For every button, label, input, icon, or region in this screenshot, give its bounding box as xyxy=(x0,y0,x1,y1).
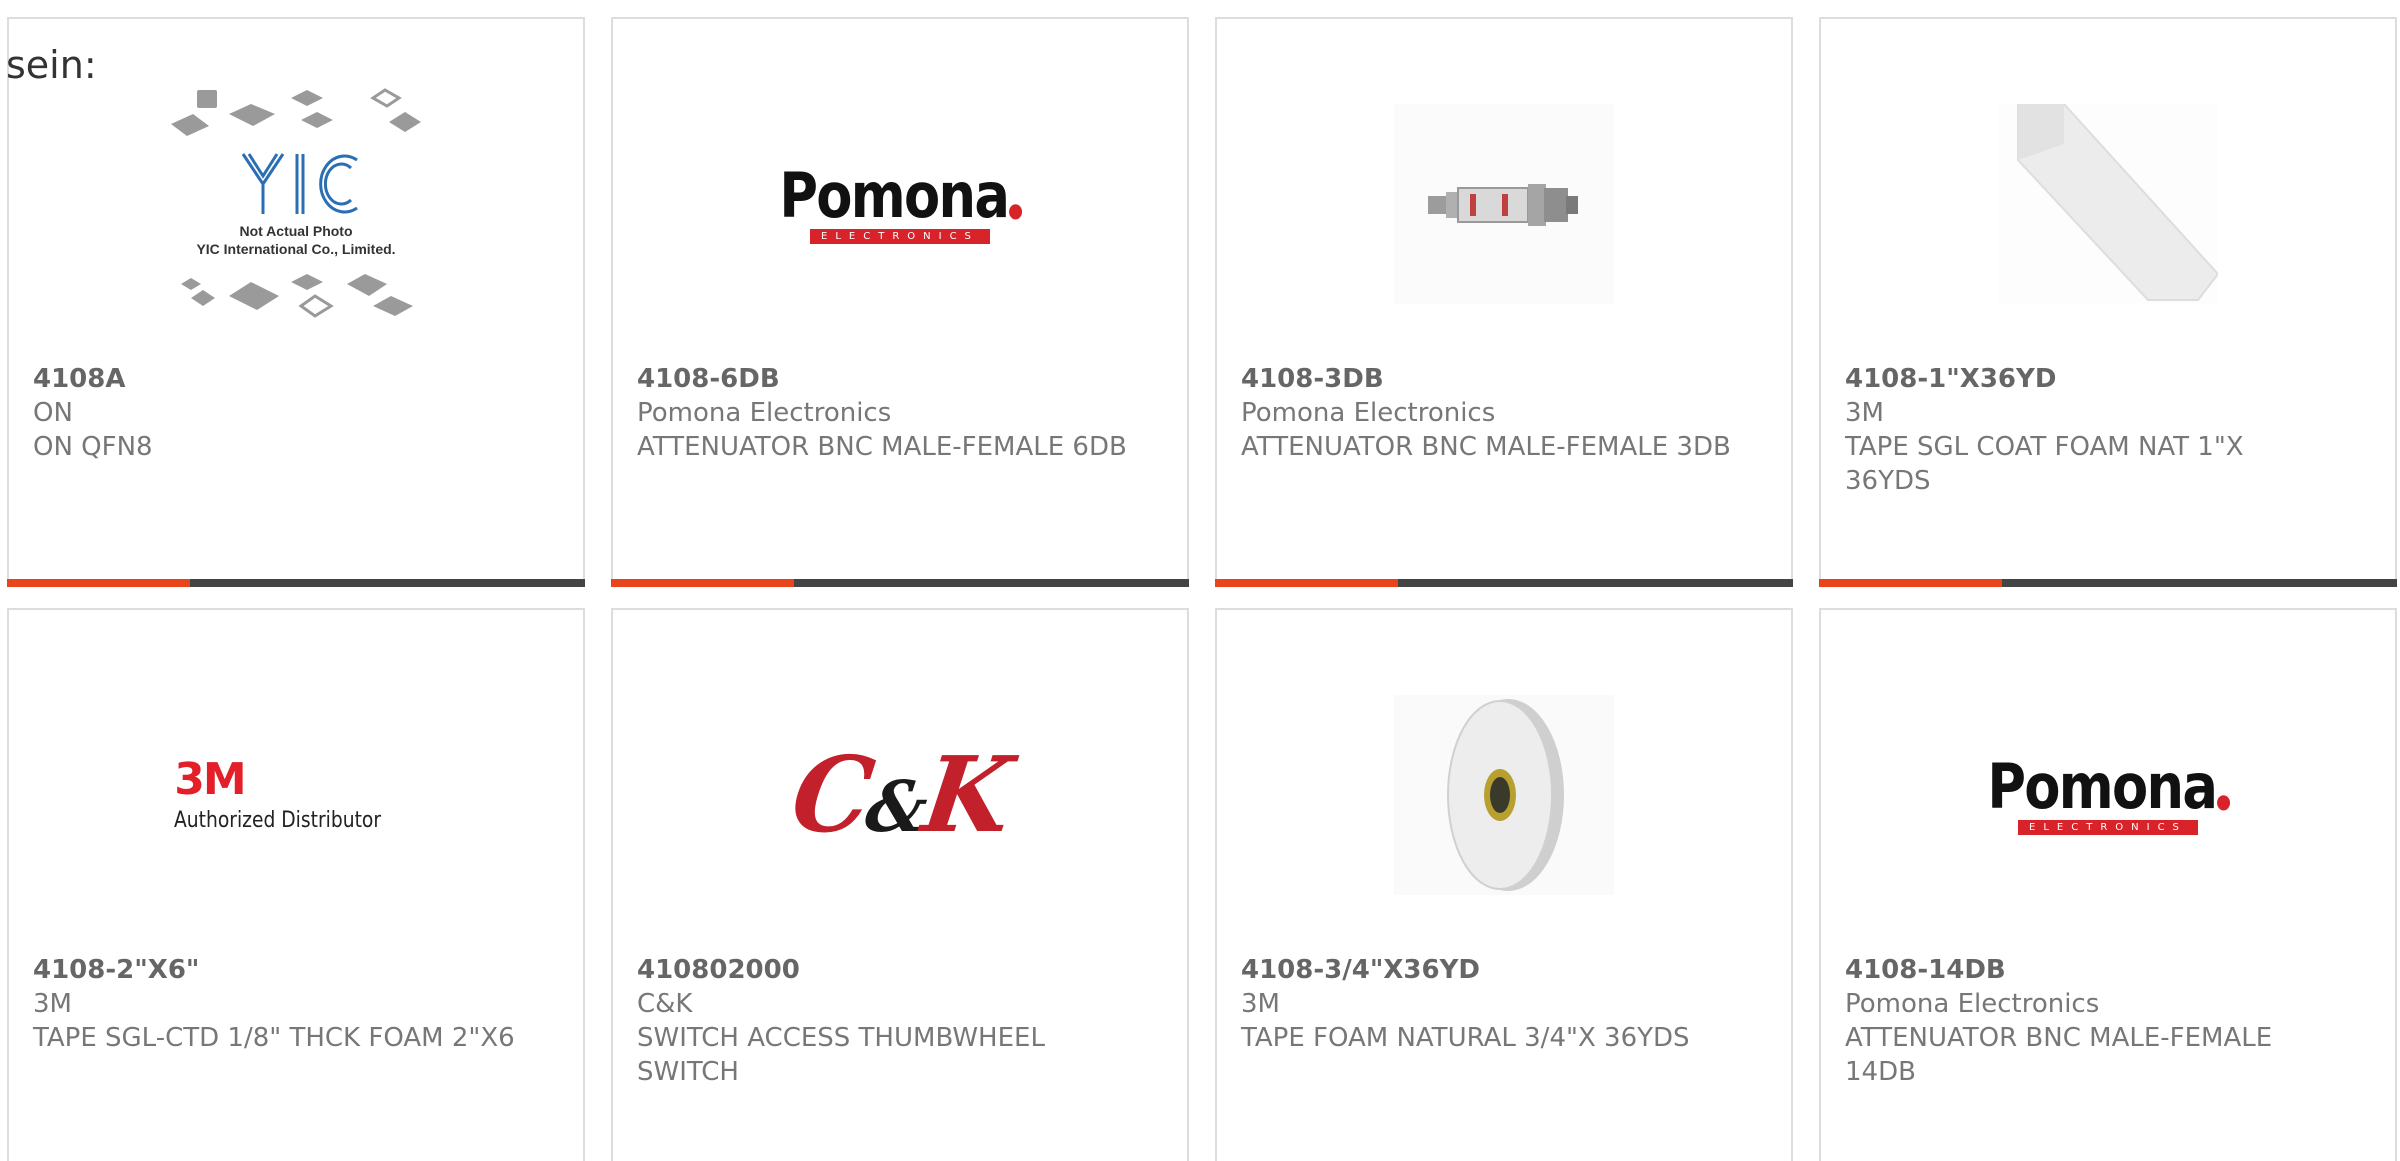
manufacturer: 3M xyxy=(1241,989,1280,1019)
product-card[interactable]: 4108-1"X36YD 3M TAPE SGL COAT FOAM NAT 1… xyxy=(1819,17,2397,587)
product-card[interactable]: 3M Authorized Distributor 4108-2"X6" 3M … xyxy=(7,608,585,1161)
product-image[interactable] xyxy=(1217,670,1791,920)
card-bottom-bar xyxy=(611,579,1189,587)
product-info: 4108-3DB Pomona Electronics ATTENUATOR B… xyxy=(1241,362,1731,464)
product-info: 4108-1"X36YD 3M TAPE SGL COAT FOAM NAT 1… xyxy=(1845,362,2335,498)
manufacturer: 3M xyxy=(1845,398,1884,428)
part-number[interactable]: 4108-1"X36YD xyxy=(1845,362,2335,396)
part-number[interactable]: 4108-14DB xyxy=(1845,953,2335,987)
description: SWITCH ACCESS THUMBWHEEL SWITCH xyxy=(637,1023,1045,1087)
3m-logo-mark: 3M xyxy=(174,753,246,805)
product-card[interactable]: Pomona● ELECTRONICS 4108-14DB Pomona Ele… xyxy=(1819,608,2397,1161)
product-image[interactable] xyxy=(1217,79,1791,329)
product-info: 4108-3/4"X36YD 3M TAPE FOAM NATURAL 3/4"… xyxy=(1241,953,1731,1055)
card-accent-bar xyxy=(1215,579,1398,587)
description: ON QFN8 xyxy=(33,432,153,462)
product-info: 4108-14DB Pomona Electronics ATTENUATOR … xyxy=(1845,953,2335,1089)
pomona-logo-icon: Pomona● ELECTRONICS xyxy=(1987,749,2231,835)
part-number[interactable]: 4108-3/4"X36YD xyxy=(1241,953,1731,987)
product-card[interactable]: Not Actual Photo YIC International Co., … xyxy=(7,17,585,587)
lead-text: sein: xyxy=(6,43,97,87)
ck-logo-icon: C&K xyxy=(784,733,1016,856)
svg-text:YIC International Co., Limited: YIC International Co., Limited. xyxy=(196,241,395,257)
product-image[interactable]: C&K xyxy=(613,670,1187,920)
part-number[interactable]: 4108-3DB xyxy=(1241,362,1731,396)
card-accent-bar xyxy=(611,579,794,587)
product-image[interactable] xyxy=(1821,79,2395,329)
manufacturer: Pomona Electronics xyxy=(1241,398,1496,428)
pomona-logo-text: Pomona xyxy=(779,158,1010,232)
yic-not-actual-photo-icon: Not Actual Photo YIC International Co., … xyxy=(171,88,421,318)
foam-tape-roll-photo-icon xyxy=(1394,695,1614,895)
manufacturer: Pomona Electronics xyxy=(637,398,892,428)
bnc-attenuator-photo-icon xyxy=(1394,104,1614,304)
card-accent-bar xyxy=(1819,579,2002,587)
product-grid-page: sein: Not Actual Photo YIC International… xyxy=(0,0,2400,1161)
product-card[interactable]: Pomona● ELECTRONICS 4108-6DB Pomona Elec… xyxy=(611,17,1189,587)
description: TAPE FOAM NATURAL 3/4"X 36YDS xyxy=(1241,1023,1690,1053)
manufacturer: C&K xyxy=(637,989,693,1019)
3m-logo-icon: 3M Authorized Distributor xyxy=(174,753,418,833)
description: TAPE SGL COAT FOAM NAT 1"X 36YDS xyxy=(1845,432,2244,496)
product-card[interactable]: 4108-3DB Pomona Electronics ATTENUATOR B… xyxy=(1215,17,1793,587)
product-image[interactable]: Pomona● ELECTRONICS xyxy=(1821,670,2395,920)
description: TAPE SGL-CTD 1/8" THCK FOAM 2"X6 xyxy=(33,1023,515,1053)
part-number[interactable]: 410802000 xyxy=(637,953,1127,987)
manufacturer: 3M xyxy=(33,989,72,1019)
part-number[interactable]: 4108A xyxy=(33,362,523,396)
3m-logo-subtitle: Authorized Distributor xyxy=(174,807,382,833)
pomona-logo-icon: Pomona● ELECTRONICS xyxy=(779,158,1023,244)
card-accent-bar xyxy=(7,579,190,587)
product-card[interactable]: C&K 410802000 C&K SWITCH ACCESS THUMBWHE… xyxy=(611,608,1189,1161)
part-number[interactable]: 4108-6DB xyxy=(637,362,1127,396)
card-bottom-bar xyxy=(7,579,585,587)
product-card[interactable]: 4108-3/4"X36YD 3M TAPE FOAM NATURAL 3/4"… xyxy=(1215,608,1793,1161)
product-info: 4108A ON ON QFN8 xyxy=(33,362,523,464)
description: ATTENUATOR BNC MALE-FEMALE 6DB xyxy=(637,432,1127,462)
product-info: 4108-6DB Pomona Electronics ATTENUATOR B… xyxy=(637,362,1127,464)
product-info: 410802000 C&K SWITCH ACCESS THUMBWHEEL S… xyxy=(637,953,1127,1089)
pomona-logo-text: Pomona xyxy=(1987,749,2218,823)
part-number[interactable]: 4108-2"X6" xyxy=(33,953,523,987)
foam-tape-strip-photo-icon xyxy=(1998,104,2218,304)
card-bottom-bar xyxy=(1819,579,2397,587)
card-bottom-bar xyxy=(1215,579,1793,587)
description: ATTENUATOR BNC MALE-FEMALE 3DB xyxy=(1241,432,1731,462)
product-info: 4108-2"X6" 3M TAPE SGL-CTD 1/8" THCK FOA… xyxy=(33,953,523,1055)
product-image[interactable]: 3M Authorized Distributor xyxy=(9,670,583,920)
manufacturer: Pomona Electronics xyxy=(1845,989,2100,1019)
product-image[interactable]: Not Actual Photo YIC International Co., … xyxy=(9,79,583,329)
product-image[interactable]: Pomona● ELECTRONICS xyxy=(613,79,1187,329)
svg-text:Not Actual Photo: Not Actual Photo xyxy=(239,223,352,239)
description: ATTENUATOR BNC MALE-FEMALE 14DB xyxy=(1845,1023,2273,1087)
manufacturer: ON xyxy=(33,398,73,428)
